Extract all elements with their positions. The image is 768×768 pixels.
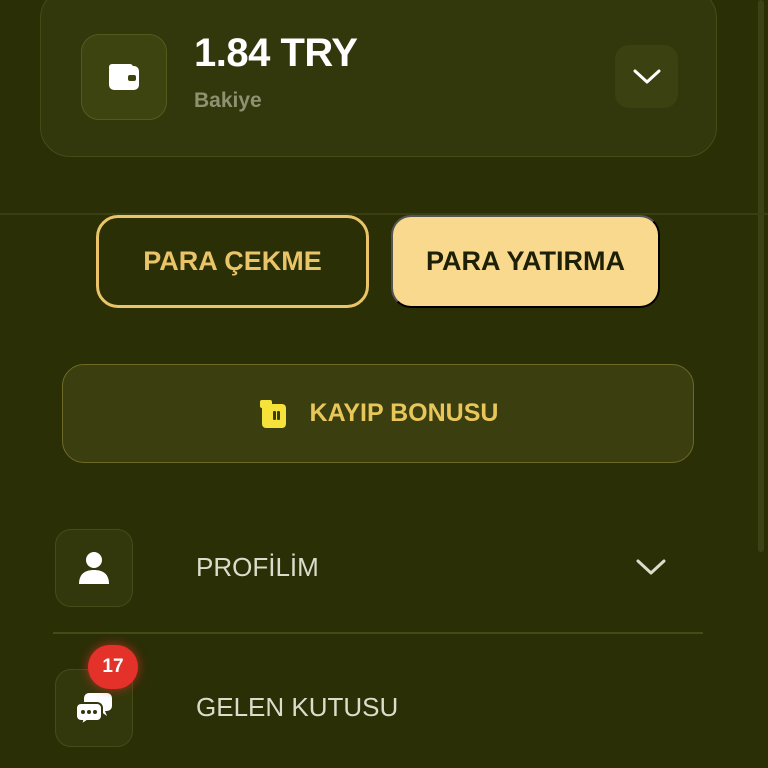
loss-bonus-button[interactable]: KAYIP BONUSU xyxy=(62,364,694,463)
loss-bonus-label: KAYIP BONUSU xyxy=(309,399,499,427)
menu-item-profile[interactable]: PROFİLİM xyxy=(196,552,319,583)
chevron-down-icon xyxy=(633,69,660,83)
menu-item-inbox[interactable]: GELEN KUTUSU xyxy=(196,692,398,723)
chevron-down-icon[interactable] xyxy=(636,558,666,576)
balance-label: Bakiye xyxy=(194,89,262,112)
balance-card: 1.84 TRY Bakiye xyxy=(40,0,717,157)
scrollbar[interactable] xyxy=(758,0,764,552)
chat-icon xyxy=(75,693,112,725)
menu-divider xyxy=(53,632,703,634)
wallet-icon xyxy=(109,64,139,90)
wallet-icon-box xyxy=(81,34,167,120)
balance-toggle-button[interactable] xyxy=(615,45,678,108)
user-icon xyxy=(79,552,109,584)
deposit-button[interactable]: PARA YATIRMA xyxy=(391,215,660,308)
bonus-icon xyxy=(259,399,286,428)
balance-amount: 1.84 TRY xyxy=(194,31,358,75)
profile-icon-box[interactable] xyxy=(55,529,133,607)
inbox-unread-badge: 17 xyxy=(88,645,138,689)
withdraw-button[interactable]: PARA ÇEKME xyxy=(96,215,369,308)
